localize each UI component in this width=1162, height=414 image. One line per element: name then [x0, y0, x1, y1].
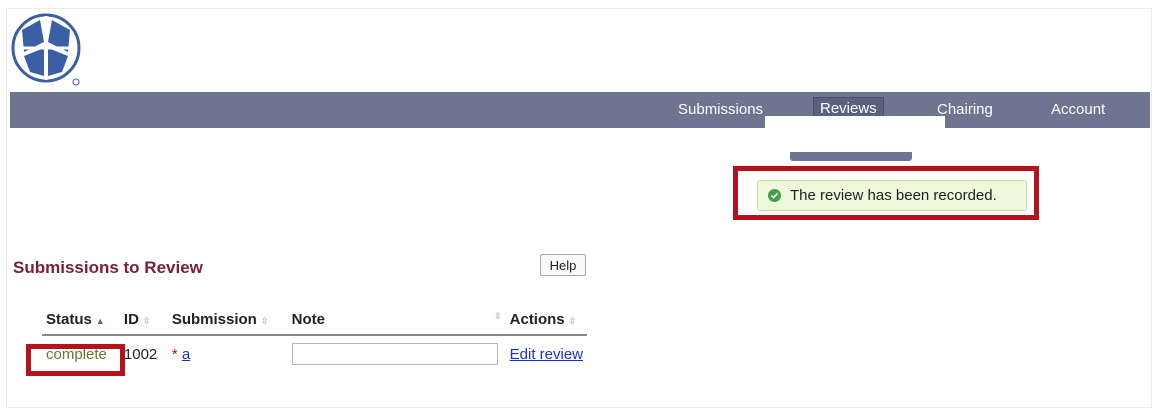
sort-icon: ⇳: [494, 311, 502, 321]
column-status-label: Status: [46, 311, 92, 328]
top-navbar: Submissions Reviews Chairing Account: [10, 92, 1150, 128]
row-actions: Edit review: [506, 335, 587, 369]
note-input[interactable]: [291, 343, 498, 365]
submenu-bar: [790, 152, 912, 161]
column-header-id[interactable]: ID ⇳: [119, 308, 168, 336]
column-header-status[interactable]: Status ▲: [42, 308, 120, 336]
column-submission-label: Submission: [171, 311, 257, 328]
redaction-patch: [765, 116, 945, 136]
sort-icon: ⇳: [142, 316, 151, 326]
nav-account[interactable]: Account: [1051, 101, 1105, 118]
column-header-note[interactable]: Note ⇳: [287, 308, 506, 336]
column-actions-label: Actions: [509, 311, 565, 328]
logo-icon: [10, 12, 86, 88]
table-header-row: Status ▲ ID ⇳ Submission ⇳ Note ⇳ Actions ⇳: [42, 308, 587, 336]
help-button[interactable]: Help: [540, 254, 586, 276]
sort-asc-icon: ▲: [95, 316, 105, 326]
nav-chairing[interactable]: Chairing: [937, 101, 993, 118]
status-highlight-box: [26, 344, 125, 376]
section-title: Submissions to Review: [13, 258, 203, 277]
edit-review-link[interactable]: Edit review: [510, 346, 583, 363]
row-submission: * a: [168, 335, 288, 369]
sort-icon: ⇳: [568, 316, 577, 326]
column-header-submission[interactable]: Submission ⇳: [167, 308, 288, 336]
row-id: 1002: [123, 345, 158, 363]
row-note: [288, 335, 506, 369]
column-header-actions[interactable]: Actions ⇳: [505, 308, 587, 336]
submission-link[interactable]: a: [182, 346, 190, 363]
message-highlight-box: [733, 166, 1039, 220]
sort-icon: ⇳: [260, 316, 269, 326]
star-marker: *: [171, 345, 178, 363]
nav-submissions[interactable]: Submissions: [678, 101, 763, 118]
column-id-label: ID: [123, 311, 139, 328]
column-note-label: Note: [291, 311, 325, 328]
